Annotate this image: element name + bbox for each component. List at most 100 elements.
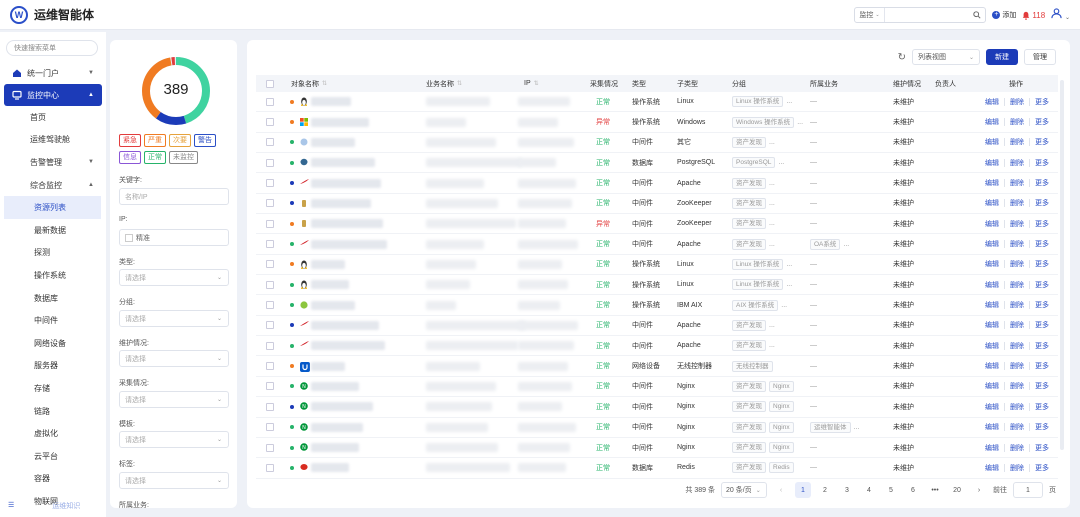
page-number[interactable]: 6 — [905, 482, 921, 498]
table-row[interactable]: 正常 数据库 Redis 资产发现 Redis — 未维护 编辑 删除 更多 — [256, 458, 1058, 479]
object-name-masked[interactable] — [311, 137, 355, 147]
sidebar-item[interactable]: 综合监控 ▲ — [4, 174, 102, 197]
delete-link[interactable]: 删除 — [1010, 361, 1024, 371]
delete-link[interactable]: 删除 — [1010, 219, 1024, 229]
collapse-menu-icon[interactable]: ☰ — [8, 501, 14, 511]
edit-link[interactable]: 编辑 — [985, 198, 999, 208]
template-select[interactable]: 请选择 ⌄ — [119, 431, 229, 448]
user-menu[interactable]: ⌄ — [1051, 8, 1070, 22]
severity-tag[interactable]: 紧急 — [119, 134, 141, 147]
header-biz[interactable]: 业务名称 ⇅ — [426, 79, 462, 89]
edit-link[interactable]: 编辑 — [985, 158, 999, 168]
tag-select[interactable]: 请选择 ⌄ — [119, 472, 229, 489]
table-row[interactable]: N 正常 中间件 Nginx 资产发现 Nginx — 未维护 编辑 删除 更多 — [256, 397, 1058, 418]
search-icon[interactable] — [973, 11, 981, 19]
edit-link[interactable]: 编辑 — [985, 239, 999, 249]
edit-link[interactable]: 编辑 — [985, 300, 999, 310]
object-name-masked[interactable] — [311, 158, 375, 168]
more-groups[interactable]: ... — [769, 180, 775, 187]
edit-link[interactable]: 编辑 — [985, 463, 999, 473]
search-scope-select[interactable]: 监控 ⌄ — [855, 8, 885, 22]
sidebar-item[interactable]: 告警管理 ▼ — [4, 151, 102, 174]
more-link[interactable]: 更多 — [1035, 402, 1049, 412]
row-checkbox[interactable] — [266, 158, 274, 167]
more-link[interactable]: 更多 — [1035, 178, 1049, 188]
page-size-select[interactable]: 20 条/页 ⌄ — [721, 482, 767, 498]
table-row[interactable]: 正常 操作系统 Linux Linux 操作系统... — 未维护 编辑 删除 … — [256, 92, 1058, 113]
more-groups[interactable]: ... — [769, 241, 775, 248]
more-groups[interactable]: ... — [786, 261, 792, 268]
sidebar-item[interactable]: 数据库 — [4, 287, 102, 310]
object-name-masked[interactable] — [311, 320, 379, 330]
object-name-masked[interactable] — [311, 259, 345, 269]
refresh-icon[interactable]: ↻ — [898, 52, 906, 63]
delete-link[interactable]: 删除 — [1010, 280, 1024, 290]
table-row[interactable]: 正常 中间件 Apache 资产发现... — 未维护 编辑 删除 更多 — [256, 336, 1058, 357]
object-name-masked[interactable] — [311, 117, 369, 127]
more-groups[interactable]: ... — [769, 200, 775, 207]
delete-link[interactable]: 删除 — [1010, 178, 1024, 188]
table-row[interactable]: 正常 中间件 其它 资产发现... — 未维护 编辑 删除 更多 — [256, 133, 1058, 154]
object-name-masked[interactable] — [311, 463, 349, 473]
more-business[interactable]: ... — [854, 424, 860, 431]
header-name[interactable]: 对象名称 ⇅ — [291, 79, 327, 89]
severity-tag[interactable]: 正常 — [144, 151, 166, 164]
object-name-masked[interactable] — [311, 280, 349, 290]
row-checkbox[interactable] — [266, 301, 274, 310]
delete-link[interactable]: 删除 — [1010, 137, 1024, 147]
object-name-masked[interactable] — [311, 198, 371, 208]
global-search-input[interactable] — [884, 9, 986, 21]
sidebar-item[interactable]: 首页 — [4, 106, 102, 129]
sidebar-item[interactable]: 最新数据 — [4, 219, 102, 242]
more-groups[interactable]: ... — [769, 342, 775, 349]
delete-link[interactable]: 删除 — [1010, 259, 1024, 269]
row-checkbox[interactable] — [266, 240, 274, 249]
delete-link[interactable]: 删除 — [1010, 463, 1024, 473]
row-checkbox[interactable] — [266, 382, 274, 391]
page-number[interactable]: 1 — [795, 482, 811, 498]
object-name-masked[interactable] — [311, 219, 383, 229]
row-checkbox[interactable] — [266, 321, 274, 330]
sidebar-item[interactable]: 虚拟化 — [4, 422, 102, 445]
row-checkbox[interactable] — [266, 97, 274, 106]
more-link[interactable]: 更多 — [1035, 463, 1049, 473]
edit-link[interactable]: 编辑 — [985, 381, 999, 391]
object-name-masked[interactable] — [311, 178, 381, 188]
more-link[interactable]: 更多 — [1035, 117, 1049, 127]
page-number[interactable]: 20 — [949, 482, 965, 498]
more-link[interactable]: 更多 — [1035, 341, 1049, 351]
delete-link[interactable]: 删除 — [1010, 97, 1024, 107]
more-link[interactable]: 更多 — [1035, 259, 1049, 269]
page-number[interactable]: 2 — [817, 482, 833, 498]
global-search[interactable]: 监控 ⌄ — [854, 7, 987, 23]
row-checkbox[interactable] — [266, 443, 274, 452]
row-checkbox[interactable] — [266, 362, 274, 371]
edit-link[interactable]: 编辑 — [985, 422, 999, 432]
sidebar-item[interactable]: 网络设备 — [4, 332, 102, 355]
edit-link[interactable]: 编辑 — [985, 402, 999, 412]
edit-link[interactable]: 编辑 — [985, 219, 999, 229]
severity-tag[interactable]: 次要 — [169, 134, 191, 147]
severity-tag[interactable]: 未监控 — [169, 151, 198, 164]
object-name-masked[interactable] — [311, 341, 385, 351]
sidebar-item[interactable]: 存储 — [4, 377, 102, 400]
severity-tag[interactable]: 严重 — [144, 134, 166, 147]
object-name-masked[interactable] — [311, 97, 351, 107]
row-checkbox[interactable] — [266, 260, 274, 269]
delete-link[interactable]: 删除 — [1010, 158, 1024, 168]
goto-page-input[interactable]: 1 — [1013, 482, 1043, 498]
delete-link[interactable]: 删除 — [1010, 402, 1024, 412]
delete-link[interactable]: 删除 — [1010, 300, 1024, 310]
table-row[interactable]: N 正常 中间件 Nginx 资产发现 Nginx 运维智能体... 未维护 编辑… — [256, 418, 1058, 438]
sidebar-item-monitor[interactable]: 监控中心 ▲ — [4, 84, 102, 106]
table-scrollbar[interactable] — [1060, 80, 1064, 450]
table-row[interactable]: 正常 中间件 Apache 资产发现... — 未维护 编辑 删除 更多 — [256, 173, 1058, 194]
row-checkbox[interactable] — [266, 199, 274, 208]
more-link[interactable]: 更多 — [1035, 219, 1049, 229]
sidebar-item[interactable]: 运维驾驶舱 — [4, 129, 102, 152]
table-row[interactable]: 异常 操作系统 Windows Windows 操作系统... — 未维护 编辑… — [256, 112, 1058, 133]
sidebar-item[interactable]: 链路 — [4, 400, 102, 423]
more-link[interactable]: 更多 — [1035, 361, 1049, 371]
delete-link[interactable]: 删除 — [1010, 443, 1024, 453]
more-groups[interactable]: ... — [786, 281, 792, 288]
